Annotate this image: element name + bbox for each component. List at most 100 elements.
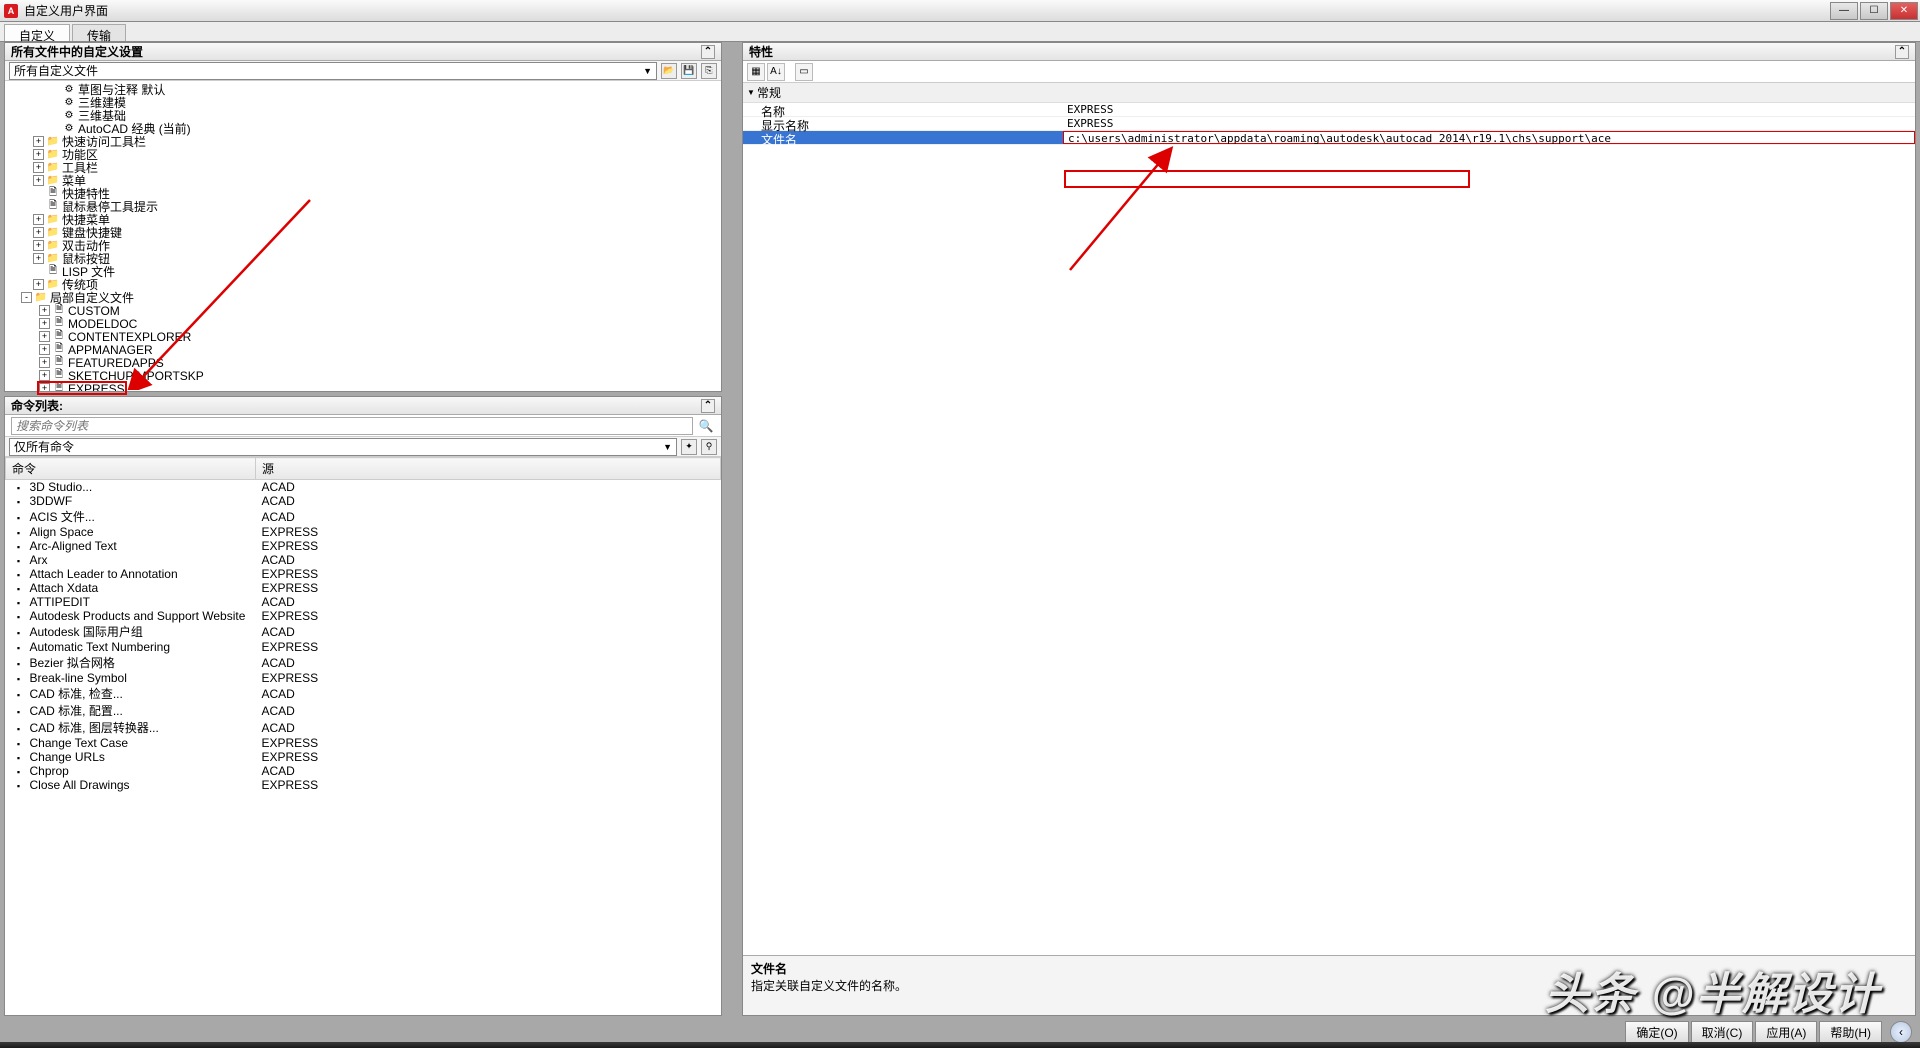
save-icon[interactable]: 💾: [681, 63, 697, 79]
tree-node[interactable]: +📁工具栏: [9, 161, 717, 174]
command-row[interactable]: ▪ATTIPEDITACAD: [6, 595, 721, 609]
command-row[interactable]: ▪Change URLsEXPRESS: [6, 750, 721, 764]
titlebar: A 自定义用户界面 — ☐ ✕: [0, 0, 1920, 22]
expand-icon[interactable]: [33, 266, 44, 277]
command-row[interactable]: ▪CAD 标准, 检查...ACAD: [6, 685, 721, 702]
command-row[interactable]: ▪Align SpaceEXPRESS: [6, 525, 721, 539]
find-icon[interactable]: ⚲: [701, 439, 717, 455]
command-row[interactable]: ▪Attach XdataEXPRESS: [6, 581, 721, 595]
node-label: APPMANAGER: [68, 343, 153, 357]
search-icon[interactable]: 🔍: [697, 417, 715, 435]
property-pages-icon[interactable]: ▭: [795, 63, 813, 81]
expand-icon[interactable]: +: [39, 344, 50, 355]
tree-node[interactable]: +📁快速访问工具栏: [9, 135, 717, 148]
expand-icon[interactable]: +: [33, 240, 44, 251]
property-row[interactable]: 文件名c:\users\administrator\appdata\roamin…: [743, 131, 1915, 145]
command-row[interactable]: ▪Attach Leader to AnnotationEXPRESS: [6, 567, 721, 581]
new-command-icon[interactable]: ✦: [681, 439, 697, 455]
expand-icon[interactable]: +: [33, 279, 44, 290]
app-icon: A: [4, 4, 18, 18]
apply-button[interactable]: 应用(A): [1755, 1021, 1817, 1043]
tree-node[interactable]: 🗎鼠标悬停工具提示: [9, 200, 717, 213]
open-icon[interactable]: 📂: [661, 63, 677, 79]
command-row[interactable]: ▪Autodesk 国际用户组ACAD: [6, 623, 721, 640]
tree-node[interactable]: -📁局部自定义文件: [9, 291, 717, 304]
command-row[interactable]: ▪ChpropACAD: [6, 764, 721, 778]
command-list[interactable]: 命令 源 ▪3D Studio...ACAD▪3DDWFACAD▪ACIS 文件…: [5, 457, 721, 1015]
command-row[interactable]: ▪3DDWFACAD: [6, 494, 721, 508]
command-row[interactable]: ▪CAD 标准, 配置...ACAD: [6, 702, 721, 719]
command-row[interactable]: ▪Automatic Text NumberingEXPRESS: [6, 640, 721, 654]
file-filter-select[interactable]: 所有自定义文件 ▼: [9, 62, 657, 80]
command-row[interactable]: ▪Break-line SymbolEXPRESS: [6, 671, 721, 685]
expand-icon[interactable]: +: [33, 175, 44, 186]
collapse-button[interactable]: ⌃: [701, 45, 715, 59]
expand-icon[interactable]: +: [33, 214, 44, 225]
collapse-button[interactable]: ⌃: [701, 399, 715, 413]
cmd-icon: ▪: [12, 556, 26, 566]
node-label: CUSTOM: [68, 304, 120, 318]
expand-icon[interactable]: [49, 97, 60, 108]
expand-icon[interactable]: +: [39, 370, 50, 381]
ok-button[interactable]: 确定(O): [1625, 1021, 1688, 1043]
tab-customize[interactable]: 自定义: [4, 24, 70, 41]
command-row[interactable]: ▪3D Studio...ACAD: [6, 480, 721, 495]
close-button[interactable]: ✕: [1890, 2, 1918, 20]
help-button[interactable]: 帮助(H): [1819, 1021, 1882, 1043]
command-row[interactable]: ▪Bezier 拟合网格ACAD: [6, 654, 721, 671]
tree-node[interactable]: 🗎LISP 文件: [9, 265, 717, 278]
property-row[interactable]: 名称EXPRESS: [743, 103, 1915, 117]
expand-icon[interactable]: [49, 123, 60, 134]
expand-icon[interactable]: +: [33, 253, 44, 264]
customization-tree[interactable]: ⚙草图与注释 默认⚙三维建模⚙三维基础⚙AutoCAD 经典 (当前)+📁快速访…: [5, 81, 721, 391]
command-row[interactable]: ▪Arc-Aligned TextEXPRESS: [6, 539, 721, 553]
command-filter-select[interactable]: 仅所有命令 ▼: [9, 438, 677, 456]
command-row[interactable]: ▪ACIS 文件...ACAD: [6, 508, 721, 525]
saveall-icon[interactable]: ⎘: [701, 63, 717, 79]
tree-node[interactable]: +🗎MODELDOC: [9, 317, 717, 330]
tree-node[interactable]: +📁键盘快捷键: [9, 226, 717, 239]
expand-icon[interactable]: [33, 188, 44, 199]
expand-icon[interactable]: +: [33, 136, 44, 147]
command-row[interactable]: ▪CAD 标准, 图层转换器...ACAD: [6, 719, 721, 736]
command-row[interactable]: ▪Autodesk Products and Support WebsiteEX…: [6, 609, 721, 623]
expand-icon[interactable]: +: [39, 383, 50, 391]
tree-node[interactable]: +🗎APPMANAGER: [9, 343, 717, 356]
cancel-button[interactable]: 取消(C): [1691, 1021, 1754, 1043]
expand-icon[interactable]: +: [33, 162, 44, 173]
tree-node[interactable]: +🗎CONTENTEXPLORER: [9, 330, 717, 343]
tree-node[interactable]: +🗎CUSTOM: [9, 304, 717, 317]
expand-icon[interactable]: [33, 201, 44, 212]
expand-icon[interactable]: +: [39, 318, 50, 329]
expand-icon[interactable]: +: [33, 149, 44, 160]
tree-node[interactable]: +📁鼠标按钮: [9, 252, 717, 265]
tree-node[interactable]: +📁菜单: [9, 174, 717, 187]
tab-transfer[interactable]: 传输: [72, 24, 126, 41]
expand-icon[interactable]: -: [21, 292, 32, 303]
minimize-button[interactable]: —: [1830, 2, 1858, 20]
collapse-button[interactable]: ⌃: [1895, 45, 1909, 59]
expand-icon[interactable]: +: [39, 357, 50, 368]
command-row[interactable]: ▪ArxACAD: [6, 553, 721, 567]
col-source[interactable]: 源: [256, 458, 721, 480]
property-row[interactable]: 显示名称EXPRESS: [743, 117, 1915, 131]
command-row[interactable]: ▪Close All DrawingsEXPRESS: [6, 778, 721, 792]
categorized-icon[interactable]: ▦: [747, 63, 765, 81]
alphabetical-icon[interactable]: A↓: [767, 63, 785, 81]
expand-icon[interactable]: +: [33, 227, 44, 238]
maximize-button[interactable]: ☐: [1860, 2, 1888, 20]
property-grid[interactable]: ▼ 常规 名称EXPRESS显示名称EXPRESS文件名c:\users\adm…: [743, 83, 1915, 955]
search-input[interactable]: [11, 417, 693, 435]
tree-node[interactable]: +🗎FEATUREDAPPS: [9, 356, 717, 369]
category-general[interactable]: ▼ 常规: [743, 83, 1915, 103]
col-command[interactable]: 命令: [6, 458, 256, 480]
expand-icon[interactable]: +: [39, 305, 50, 316]
tree-node[interactable]: +🗎SKETCHUPIMPORTSKP: [9, 369, 717, 382]
command-row[interactable]: ▪Change Text CaseEXPRESS: [6, 736, 721, 750]
expand-icon[interactable]: +: [39, 331, 50, 342]
expand-icon[interactable]: [49, 84, 60, 95]
tree-node[interactable]: +🗎EXPRESS: [9, 382, 717, 391]
chevron-button[interactable]: ‹: [1890, 1021, 1912, 1043]
prop-value[interactable]: c:\users\administrator\appdata\roaming\a…: [1063, 131, 1915, 144]
expand-icon[interactable]: [49, 110, 60, 121]
